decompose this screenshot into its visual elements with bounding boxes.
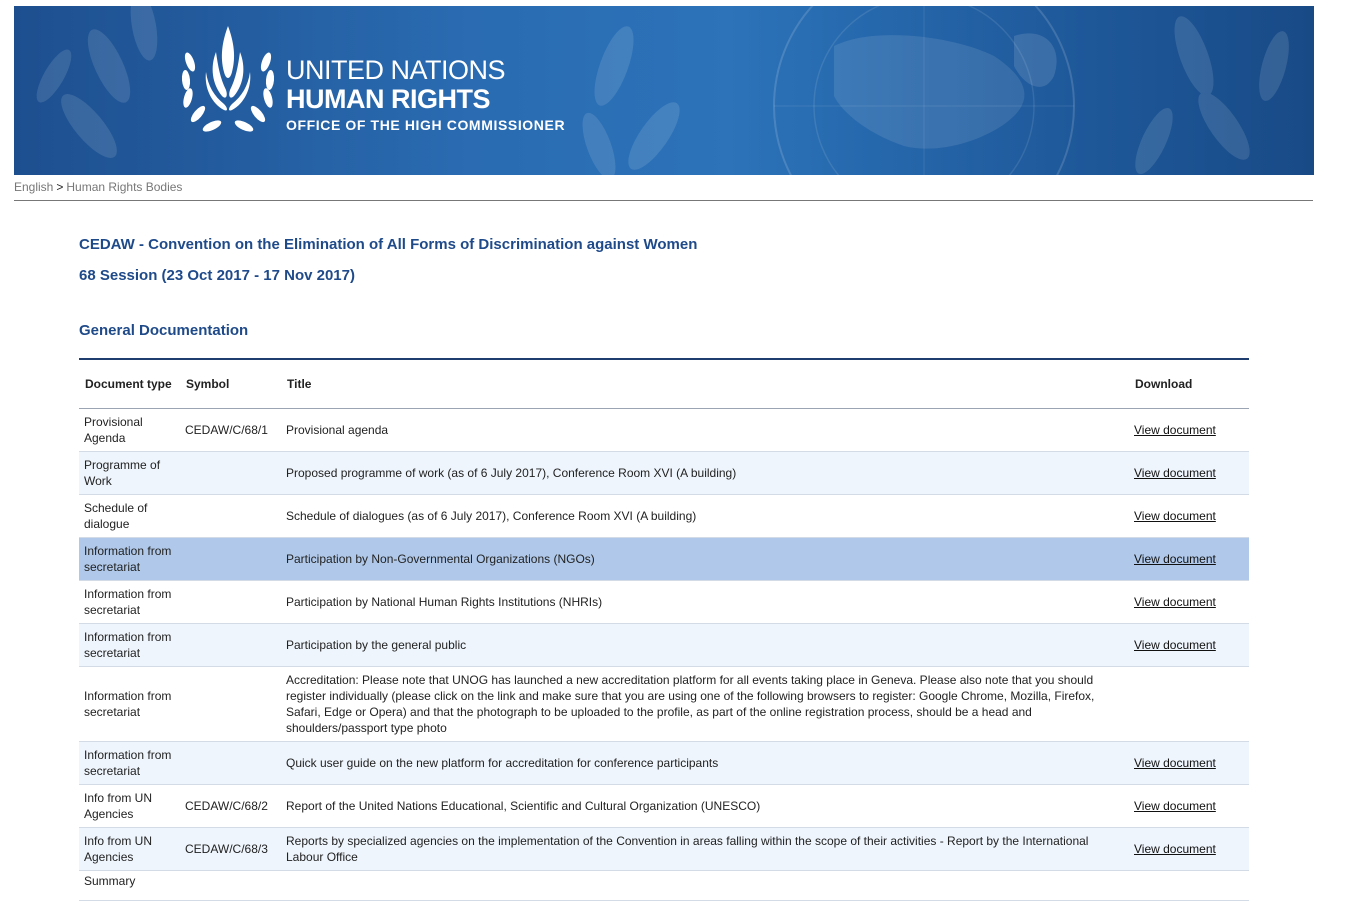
view-document-link[interactable]: View document	[1134, 799, 1216, 813]
view-document-link[interactable]: View document	[1134, 466, 1216, 480]
cell-title: Participation by National Human Rights I…	[281, 580, 1129, 624]
header-banner: UNITED NATIONS HUMAN RIGHTS OFFICE OF TH…	[14, 6, 1314, 175]
table-row: Schedule of dialogue Schedule of dialogu…	[79, 494, 1249, 538]
cell-symbol	[180, 580, 281, 624]
cell-document-type: Information from secretariat	[79, 580, 180, 624]
table-row: Provisional Agenda CEDAW/C/68/1 Provisio…	[79, 408, 1249, 452]
cell-document-type: Information from secretariat	[79, 666, 180, 742]
cell-title: Schedule of dialogues (as of 6 July 2017…	[281, 494, 1129, 538]
cell-download: View document	[1129, 741, 1249, 785]
cell-download: View document	[1129, 623, 1249, 667]
cell-download: View document	[1129, 408, 1249, 452]
cell-title	[281, 870, 1129, 901]
view-document-link[interactable]: View document	[1134, 842, 1216, 856]
cell-download: View document	[1129, 784, 1249, 828]
view-document-link[interactable]: View document	[1134, 423, 1216, 437]
documents-table: Document type Symbol Title Download Prov…	[79, 360, 1249, 901]
breadcrumb-english[interactable]: English	[14, 180, 53, 194]
view-document-link[interactable]: View document	[1134, 595, 1216, 609]
table-row: Information from secretariat Accreditati…	[79, 666, 1249, 742]
cell-title: Provisional agenda	[281, 408, 1129, 452]
cell-title: Reports by specialized agencies on the i…	[281, 827, 1129, 871]
cell-symbol: CEDAW/C/68/1	[180, 408, 281, 452]
breadcrumb-separator: >	[56, 180, 64, 194]
header-document-type: Document type	[79, 360, 180, 409]
table-row: Info from UN Agencies CEDAW/C/68/2 Repor…	[79, 784, 1249, 828]
brand-line-1: UNITED NATIONS	[286, 55, 506, 85]
cell-download: View document	[1129, 494, 1249, 538]
brand-wordmark[interactable]: UNITED NATIONS HUMAN RIGHTS OFFICE OF TH…	[286, 56, 565, 134]
cell-document-type: Summary	[79, 870, 180, 901]
cell-document-type: Programme of Work	[79, 451, 180, 495]
cell-download: View document	[1129, 580, 1249, 624]
section-heading: General Documentation	[79, 322, 249, 339]
cell-title: Proposed programme of work (as of 6 July…	[281, 451, 1129, 495]
table-row: Information from secretariat Quick user …	[79, 741, 1249, 785]
cell-download: View document	[1129, 827, 1249, 871]
cell-symbol	[180, 741, 281, 785]
view-document-link[interactable]: View document	[1134, 756, 1216, 770]
accreditation-notice-link[interactable]: Accreditation: Please note that UNOG has…	[281, 666, 1129, 742]
cell-symbol: CEDAW/C/68/3	[180, 827, 281, 871]
table-row-highlighted: Information from secretariat Participati…	[79, 537, 1249, 581]
cell-symbol	[180, 623, 281, 667]
brand-line-3: OFFICE OF THE HIGH COMMISSIONER	[286, 117, 566, 133]
table-row: Summary	[79, 870, 1249, 901]
cell-document-type: Information from secretariat	[79, 537, 180, 581]
breadcrumb-divider	[14, 200, 1313, 201]
cell-document-type: Schedule of dialogue	[79, 494, 180, 538]
cell-title: Report of the United Nations Educational…	[281, 784, 1129, 828]
page-title: CEDAW - Convention on the Elimination of…	[79, 236, 698, 253]
quick-user-guide-link[interactable]: Quick user guide on the new platform for…	[281, 741, 1129, 785]
main-content: CEDAW - Convention on the Elimination of…	[79, 236, 1249, 901]
cell-download: View document	[1129, 537, 1249, 581]
cell-document-type: Provisional Agenda	[79, 408, 180, 452]
cell-download	[1129, 870, 1249, 901]
cell-symbol	[180, 537, 281, 581]
header-symbol: Symbol	[180, 360, 281, 409]
view-document-link[interactable]: View document	[1134, 638, 1216, 652]
cell-download	[1129, 666, 1249, 742]
view-document-link[interactable]: View document	[1134, 509, 1216, 523]
header-title: Title	[281, 360, 1129, 409]
cell-symbol	[180, 451, 281, 495]
cell-document-type: Information from secretariat	[79, 623, 180, 667]
cell-symbol	[180, 870, 281, 901]
table-row: Information from secretariat Participati…	[79, 623, 1249, 667]
cell-symbol	[180, 666, 281, 742]
cell-title: Participation by the general public	[281, 623, 1129, 667]
breadcrumb-human-rights-bodies[interactable]: Human Rights Bodies	[66, 180, 182, 194]
session-title: 68 Session (23 Oct 2017 - 17 Nov 2017)	[79, 267, 355, 284]
brand-line-2: HUMAN RIGHTS	[286, 84, 491, 114]
breadcrumb: English > Human Rights Bodies	[14, 180, 182, 194]
cell-document-type: Info from UN Agencies	[79, 827, 180, 871]
cell-title: Participation by Non-Governmental Organi…	[281, 537, 1129, 581]
cell-download: View document	[1129, 451, 1249, 495]
table-header-row: Document type Symbol Title Download	[79, 360, 1249, 409]
table-row: Information from secretariat Participati…	[79, 580, 1249, 624]
view-document-link[interactable]: View document	[1134, 552, 1216, 566]
cell-document-type: Information from secretariat	[79, 741, 180, 785]
un-emblem-icon	[181, 26, 275, 132]
header-download: Download	[1129, 360, 1249, 409]
table-row: Info from UN Agencies CEDAW/C/68/3 Repor…	[79, 827, 1249, 871]
cell-symbol	[180, 494, 281, 538]
cell-symbol: CEDAW/C/68/2	[180, 784, 281, 828]
cell-document-type: Info from UN Agencies	[79, 784, 180, 828]
table-row: Programme of Work Proposed programme of …	[79, 451, 1249, 495]
